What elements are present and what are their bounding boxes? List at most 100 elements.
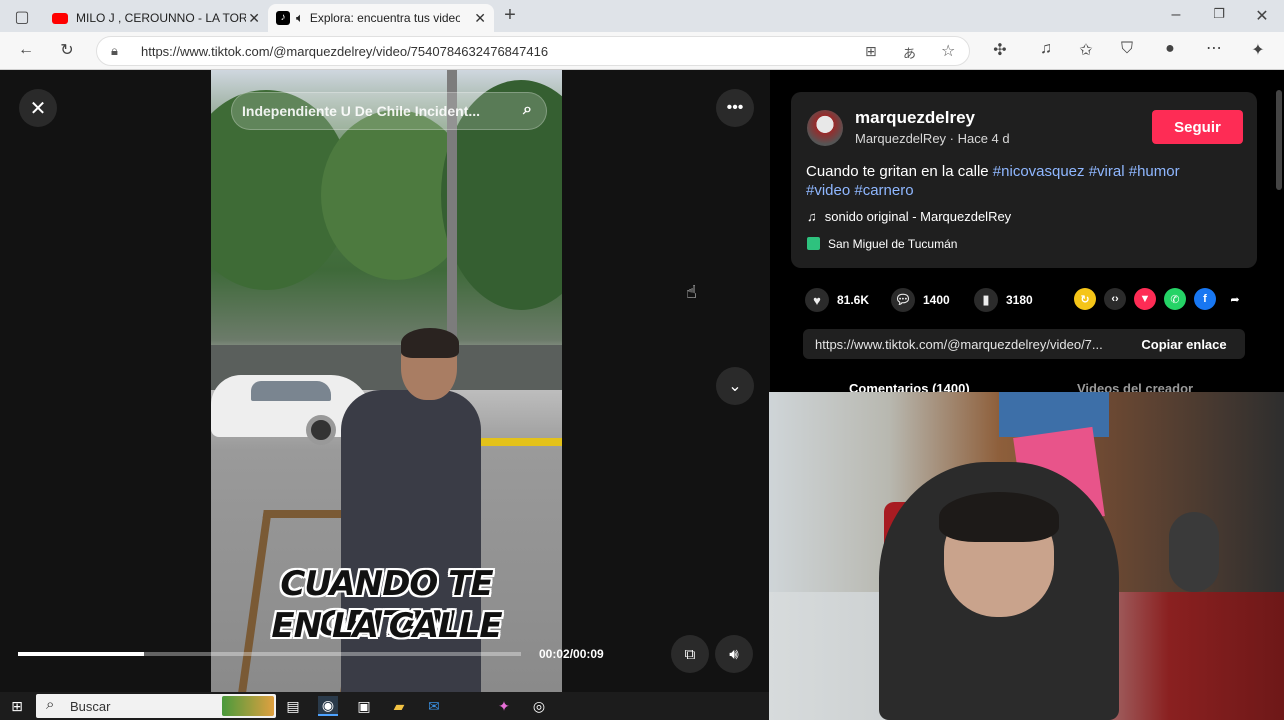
- creator-username[interactable]: marquezdelrey: [855, 108, 975, 128]
- curb-line: [471, 438, 562, 446]
- likes-count: 81.6K: [837, 293, 870, 307]
- video-link-text[interactable]: https://www.tiktok.com/@marquezdelrey/vi…: [815, 337, 1103, 352]
- whatsapp-icon[interactable]: ✆: [1164, 288, 1186, 310]
- copilot-icon[interactable]: ✦: [1246, 40, 1270, 60]
- close-tab-icon[interactable]: ✕: [474, 10, 486, 27]
- description-text: Cuando te gritan en la calle: [806, 163, 989, 180]
- edge-icon[interactable]: ◉: [318, 696, 338, 716]
- search-highlight-image: [222, 696, 274, 716]
- video-search-pill[interactable]: Independiente U De Chile Incident... ⌕: [231, 92, 547, 130]
- hashtag-link[interactable]: #carnero: [854, 182, 913, 199]
- close-tab-icon[interactable]: ✕: [248, 10, 260, 27]
- comment-button[interactable]: 💬︎ 1400: [891, 288, 950, 312]
- taskbar-search-label: Buscar: [70, 699, 111, 714]
- share-arrow-icon[interactable]: ➦: [1224, 288, 1246, 310]
- repost-icon[interactable]: ↻: [1074, 288, 1096, 310]
- like-button[interactable]: ♥ 81.6K: [805, 288, 869, 312]
- more-menu-icon[interactable]: ⋯: [1202, 38, 1226, 58]
- avatar[interactable]: [807, 110, 843, 146]
- person: [341, 390, 481, 692]
- hashtag-link[interactable]: #humor: [1129, 163, 1180, 180]
- bookmark-icon: ▮: [974, 288, 998, 312]
- store-icon[interactable]: ▣: [354, 696, 374, 716]
- video-timecode: 00:02/00:09: [539, 647, 604, 661]
- extensions-icon[interactable]: ✣: [988, 40, 1012, 60]
- copilot-icon[interactable]: ✦: [494, 696, 514, 716]
- saves-count: 3180: [1006, 293, 1033, 307]
- streamer-hair: [939, 492, 1059, 542]
- tiktok-icon: ♪: [276, 11, 290, 25]
- address-toolbar: ← ↻ 🔒︎ https://www.tiktok.com/@marquezde…: [0, 32, 1284, 70]
- facebook-icon[interactable]: f: [1194, 288, 1216, 310]
- task-view-icon[interactable]: ▤: [283, 696, 303, 716]
- sound-label: sonido original - MarquezdelRey: [824, 209, 1012, 224]
- youtube-icon: [52, 12, 68, 24]
- video-description: Cuando te gritan en la calle #nicovasque…: [806, 162, 1236, 200]
- url-bar[interactable]: 🔒︎ https://www.tiktok.com/@marquezdelrey…: [96, 36, 970, 66]
- back-icon[interactable]: ←: [14, 41, 38, 59]
- lock-icon: 🔒︎: [111, 43, 118, 58]
- close-icon[interactable]: ✕: [19, 89, 57, 127]
- embed-icon[interactable]: ‹›: [1104, 288, 1126, 310]
- follow-button[interactable]: Seguir: [1152, 110, 1243, 144]
- sound-link[interactable]: ♫ sonido original - MarquezdelRey: [807, 209, 1011, 224]
- copy-link-box: https://www.tiktok.com/@marquezdelrey/vi…: [803, 329, 1245, 359]
- chevron-down-icon[interactable]: ⌄: [716, 367, 754, 405]
- shield-icon[interactable]: ⛉: [1115, 40, 1139, 58]
- url-text[interactable]: https://www.tiktok.com/@marquezdelrey/vi…: [141, 44, 548, 59]
- video-progress-bar[interactable]: [18, 652, 521, 656]
- mouse-cursor-icon: ☝︎: [686, 282, 697, 302]
- search-pill-text: Independiente U De Chile Incident...: [242, 103, 481, 119]
- minimize-icon[interactable]: –: [1164, 6, 1188, 24]
- refresh-icon[interactable]: ↻: [55, 40, 79, 60]
- profile-avatar-icon[interactable]: ●: [1158, 40, 1182, 58]
- video-caption-line2: EN LA CALLE: [271, 606, 502, 646]
- tab-actions-icon[interactable]: ▢: [10, 7, 34, 27]
- hashtag-link[interactable]: #video: [806, 182, 850, 199]
- scrollbar[interactable]: [1276, 90, 1282, 190]
- tab-title: MILO J , CEROUNNO - LA TORTUGA: [76, 11, 246, 25]
- tab-tiktok[interactable]: ♪ 🔈︎ Explora: encuentra tus videos ✕: [268, 4, 494, 32]
- creator-subline: MarquezdelRey · Hace 4 d: [855, 131, 1010, 146]
- volume-icon[interactable]: 🔊︎: [715, 635, 753, 673]
- apps-icon[interactable]: ⊞: [865, 43, 877, 60]
- video-progress-fill: [18, 652, 144, 656]
- media-icon[interactable]: ♫: [1034, 40, 1058, 58]
- search-icon: ⌕: [46, 696, 55, 713]
- favorite-star-icon[interactable]: ☆: [941, 41, 955, 61]
- translate-icon[interactable]: あ: [903, 43, 916, 62]
- location-link[interactable]: San Miguel de Tucumán: [807, 237, 957, 251]
- comment-icon: 💬︎: [891, 288, 915, 312]
- hashtag-link[interactable]: #viral: [1089, 163, 1125, 180]
- favorites-icon[interactable]: ✩: [1074, 40, 1098, 60]
- car-wheel: [306, 415, 336, 445]
- file-explorer-icon[interactable]: ▰: [389, 696, 409, 716]
- video-player[interactable]: CUANDO TE GRITAN EN LA CALLE Independien…: [211, 70, 562, 692]
- close-window-icon[interactable]: ✕: [1250, 6, 1274, 26]
- taskbar-search[interactable]: ⌕ Buscar: [36, 694, 276, 718]
- location-label: San Miguel de Tucumán: [828, 237, 958, 251]
- video-info-card: marquezdelrey MarquezdelRey · Hace 4 d S…: [791, 92, 1257, 268]
- car-window: [251, 381, 331, 401]
- save-button[interactable]: ▮ 3180: [974, 288, 1033, 312]
- microphone: [1169, 512, 1219, 592]
- speaker-icon[interactable]: 🔈︎: [296, 10, 304, 26]
- pip-icon[interactable]: ⧉: [671, 635, 709, 673]
- send-icon[interactable]: ▼: [1134, 288, 1156, 310]
- windows-start-icon[interactable]: ⊞: [7, 696, 27, 716]
- more-options-icon[interactable]: •••: [716, 89, 754, 127]
- copy-link-button[interactable]: Copiar enlace: [1123, 329, 1245, 359]
- hashtag-link[interactable]: #nicovasquez: [993, 163, 1085, 180]
- search-icon[interactable]: ⌕: [523, 101, 532, 119]
- tab-title: Explora: encuentra tus videos: [309, 11, 460, 25]
- windows-taskbar: ⊞ ⌕ Buscar ▤ ◉ ▣ ▰ ✉ ✦ ◎: [0, 692, 769, 720]
- new-tab-button[interactable]: +: [498, 4, 522, 27]
- restore-icon[interactable]: ❐: [1207, 6, 1231, 22]
- music-note-icon: ♫: [807, 209, 817, 224]
- location-pin-icon: [807, 237, 820, 250]
- tab-youtube[interactable]: MILO J , CEROUNNO - LA TORTUGA ✕: [44, 4, 268, 32]
- heart-icon: ♥: [805, 288, 829, 312]
- browser-tab-strip: ▢ MILO J , CEROUNNO - LA TORTUGA ✕ ♪ 🔈︎ …: [0, 0, 1284, 32]
- outlook-icon[interactable]: ✉: [424, 696, 444, 716]
- app-icon[interactable]: ◎: [529, 696, 549, 716]
